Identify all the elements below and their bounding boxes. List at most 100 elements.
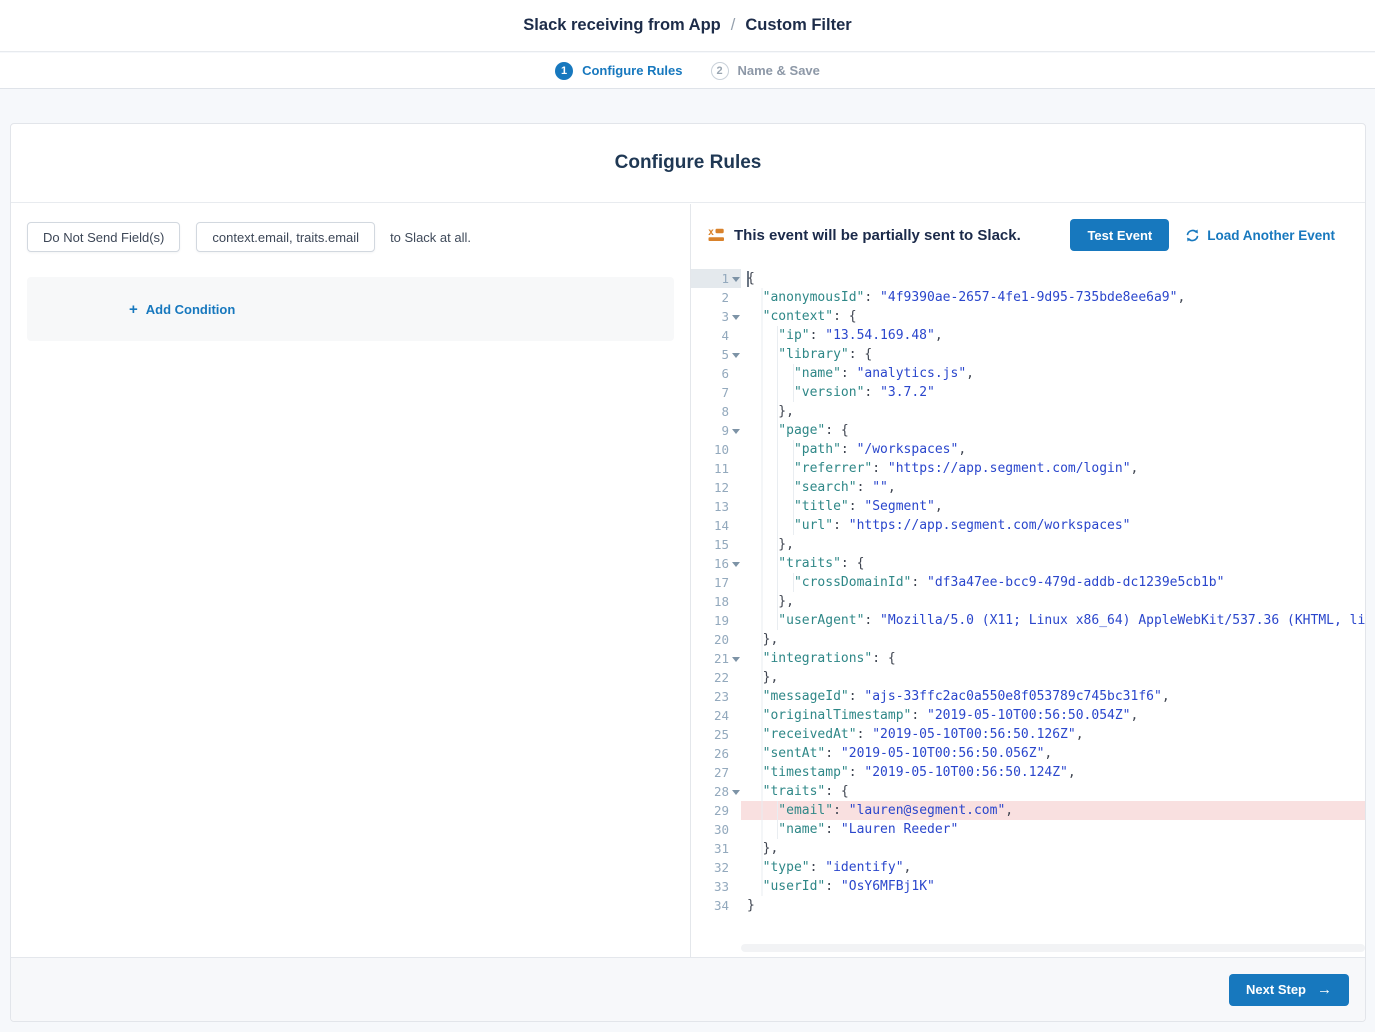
rule-action-button[interactable]: Do Not Send Field(s) [27,222,180,252]
code-line[interactable]: 23"messageId": "ajs-33ffc2ac0a550e8f0537… [691,687,1365,706]
code-line[interactable]: 6"name": "analytics.js", [691,364,1365,383]
code-line[interactable]: 33"userId": "OsY6MFBj1K" [691,877,1365,896]
code-line[interactable]: 4"ip": "13.54.169.48", [691,326,1365,345]
fold-arrow-icon[interactable] [732,429,740,434]
code-line[interactable]: 9"page": { [691,421,1365,440]
code-line[interactable]: 29"email": "lauren@segment.com", [691,801,1365,820]
json-key: "traits" [763,784,826,799]
json-key: "originalTimestamp" [763,708,912,723]
indent-guide [747,649,763,668]
line-number: 31 [714,841,729,856]
json-key: "page" [778,423,825,438]
json-punctuation: , [966,366,974,381]
stepper-step-name-save[interactable]: 2Name & Save [711,62,820,80]
indent-guide [747,326,778,345]
fold-arrow-icon[interactable] [732,790,740,795]
stepper-bar: 1Configure Rules 2Name & Save [0,53,1375,89]
json-value: "Mozilla/5.0 (X11; Linux x86_64) AppleWe… [880,613,1365,628]
line-number: 13 [714,499,729,514]
code-line[interactable]: 17"crossDomainId": "df3a47ee-bcc9-479d-a… [691,573,1365,592]
code-content: "name": "analytics.js", [741,364,1365,383]
stepper-step-configure-rules[interactable]: 1Configure Rules [555,62,682,80]
json-key: "timestamp" [763,765,849,780]
code-line[interactable]: 27"timestamp": "2019-05-10T00:56:50.124Z… [691,763,1365,782]
code-line[interactable]: 25"receivedAt": "2019-05-10T00:56:50.126… [691,725,1365,744]
code-content: "context": { [741,307,1365,326]
line-number-gutter: 20 [691,630,741,649]
code-line[interactable]: 11 "referrer": "https://app.segment.com/l… [691,459,1365,478]
code-line[interactable]: 32"type": "identify", [691,858,1365,877]
code-line[interactable]: 21"integrations": { [691,649,1365,668]
code-line[interactable]: 16"traits": { [691,554,1365,573]
code-line[interactable]: 20}, [691,630,1365,649]
line-number: 24 [714,708,729,723]
code-line[interactable]: 19"userAgent": "Mozilla/5.0 (X11; Linux … [691,611,1365,630]
code-line[interactable]: 15}, [691,535,1365,554]
load-another-event-label: Load Another Event [1207,228,1335,243]
json-punctuation: : [825,822,841,837]
json-punctuation: : [841,366,857,381]
test-event-button[interactable]: Test Event [1070,219,1169,251]
fold-arrow-icon[interactable] [732,353,740,358]
fold-arrow-icon[interactable] [732,315,740,320]
code-line[interactable]: 7"version": "3.7.2" [691,383,1365,402]
code-content: "version": "3.7.2" [741,383,1365,402]
json-key: "userId" [763,879,826,894]
code-line[interactable]: 8}, [691,402,1365,421]
fold-arrow-icon[interactable] [732,562,740,567]
code-line[interactable]: 12"search": "", [691,478,1365,497]
line-number: 8 [721,404,729,419]
code-line[interactable]: 22}, [691,668,1365,687]
code-content: "messageId": "ajs-33ffc2ac0a550e8f053789… [741,687,1365,706]
code-content: "referrer": "https://app.segment.com/log… [741,459,1365,478]
line-number-gutter: 31 [691,839,741,858]
line-number: 10 [714,442,729,457]
code-editor[interactable]: 1{2"anonymousId": "4f9390ae-2657-4fe1-9d… [691,269,1365,917]
code-line[interactable]: 13"title": "Segment", [691,497,1365,516]
json-key: "url" [794,518,833,533]
next-step-button[interactable]: Next Step → [1229,974,1349,1006]
line-number-gutter: 25 [691,725,741,744]
json-punctuation: , [1005,803,1013,818]
json-punctuation: }, [763,670,779,685]
code-line[interactable]: 5"library": { [691,345,1365,364]
add-condition-button[interactable]: + Add Condition [129,302,235,317]
load-another-event-button[interactable]: Load Another Event [1185,228,1335,243]
json-key: "library" [778,347,848,362]
indent-guide [747,535,778,554]
indent-guide [747,877,763,896]
json-punctuation: , [958,442,966,457]
line-number-gutter: 32 [691,858,741,877]
code-line[interactable]: 28"traits": { [691,782,1365,801]
json-punctuation: }, [778,594,794,609]
indent-guide [747,668,763,687]
fold-arrow-icon[interactable] [732,657,740,662]
fold-arrow-icon[interactable] [732,277,740,282]
json-punctuation: : { [833,309,856,324]
rule-fields-button[interactable]: context.email, traits.email [196,222,375,252]
json-punctuation: : [841,442,857,457]
json-punctuation: : [849,765,865,780]
code-line[interactable]: 10"path": "/workspaces", [691,440,1365,459]
json-value: "13.54.169.48" [825,328,935,343]
step-number: 2 [711,62,729,80]
line-number: 11 [714,461,729,476]
code-line[interactable]: 24"originalTimestamp": "2019-05-10T00:56… [691,706,1365,725]
code-line[interactable]: 26"sentAt": "2019-05-10T00:56:50.056Z", [691,744,1365,763]
code-line[interactable]: 31}, [691,839,1365,858]
code-line[interactable]: 14"url": "https://app.segment.com/worksp… [691,516,1365,535]
add-condition-label: Add Condition [146,302,236,317]
code-content: "traits": { [741,782,1365,801]
code-line[interactable]: 34} [691,896,1365,915]
json-punctuation: : [833,803,849,818]
code-line[interactable]: 1{ [691,269,1365,288]
code-line[interactable]: 30"name": "Lauren Reeder" [691,820,1365,839]
indent-guide [747,307,763,326]
indent-guide [747,364,794,383]
json-punctuation: , [935,328,943,343]
code-line[interactable]: 2"anonymousId": "4f9390ae-2657-4fe1-9d95… [691,288,1365,307]
code-line[interactable]: 18}, [691,592,1365,611]
code-line[interactable]: 3"context": { [691,307,1365,326]
editor-horizontal-scrollbar[interactable] [741,944,1365,952]
refresh-icon [1185,228,1200,243]
